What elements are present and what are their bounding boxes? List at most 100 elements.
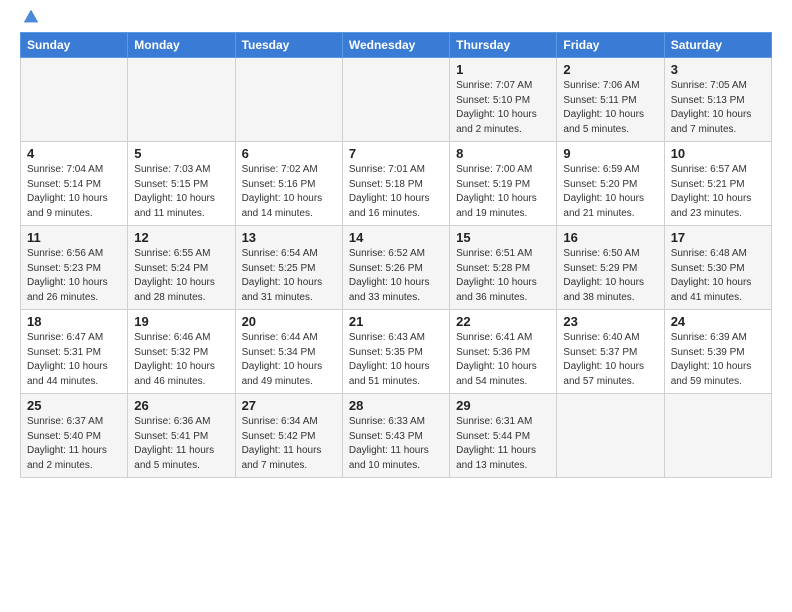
day-number: 29: [456, 398, 550, 413]
day-content: Sunrise: 6:39 AM Sunset: 5:39 PM Dayligh…: [671, 331, 765, 389]
calendar-cell: 17 Sunrise: 6:48 AM Sunset: 5:30 PM Dayli…: [664, 226, 771, 310]
calendar-cell: [235, 58, 342, 142]
calendar-cell: 4 Sunrise: 7:04 AM Sunset: 5:14 PM Daylig…: [21, 142, 128, 226]
logo: [20, 16, 40, 22]
calendar-cell: 22 Sunrise: 6:41 AM Sunset: 5:36 PM Dayli…: [450, 310, 557, 394]
day-content: Sunrise: 6:44 AM Sunset: 5:34 PM Dayligh…: [242, 331, 336, 389]
calendar-cell: [557, 394, 664, 478]
calendar-header-row: SundayMondayTuesdayWednesdayThursdayFrid…: [21, 33, 772, 58]
calendar-cell: 11 Sunrise: 6:56 AM Sunset: 5:23 PM Dayli…: [21, 226, 128, 310]
day-number: 4: [27, 146, 121, 161]
calendar-cell: 19 Sunrise: 6:46 AM Sunset: 5:32 PM Dayli…: [128, 310, 235, 394]
day-number: 18: [27, 314, 121, 329]
day-content: Sunrise: 7:04 AM Sunset: 5:14 PM Dayligh…: [27, 163, 121, 221]
day-number: 14: [349, 230, 443, 245]
day-content: Sunrise: 6:37 AM Sunset: 5:40 PM Dayligh…: [27, 415, 121, 473]
day-header-friday: Friday: [557, 33, 664, 58]
day-number: 22: [456, 314, 550, 329]
day-number: 19: [134, 314, 228, 329]
day-content: Sunrise: 6:55 AM Sunset: 5:24 PM Dayligh…: [134, 247, 228, 305]
calendar-week-row: 11 Sunrise: 6:56 AM Sunset: 5:23 PM Dayli…: [21, 226, 772, 310]
day-content: Sunrise: 6:48 AM Sunset: 5:30 PM Dayligh…: [671, 247, 765, 305]
day-content: Sunrise: 6:54 AM Sunset: 5:25 PM Dayligh…: [242, 247, 336, 305]
day-content: Sunrise: 7:01 AM Sunset: 5:18 PM Dayligh…: [349, 163, 443, 221]
page: SundayMondayTuesdayWednesdayThursdayFrid…: [0, 0, 792, 488]
calendar-cell: 10 Sunrise: 6:57 AM Sunset: 5:21 PM Dayli…: [664, 142, 771, 226]
day-content: Sunrise: 6:50 AM Sunset: 5:29 PM Dayligh…: [563, 247, 657, 305]
day-number: 17: [671, 230, 765, 245]
calendar-cell: 29 Sunrise: 6:31 AM Sunset: 5:44 PM Dayli…: [450, 394, 557, 478]
calendar-cell: 26 Sunrise: 6:36 AM Sunset: 5:41 PM Dayli…: [128, 394, 235, 478]
day-content: Sunrise: 6:52 AM Sunset: 5:26 PM Dayligh…: [349, 247, 443, 305]
day-number: 20: [242, 314, 336, 329]
day-header-monday: Monday: [128, 33, 235, 58]
calendar-cell: 5Sunrise: 7:03 AM Sunset: 5:15 PM Daylig…: [128, 142, 235, 226]
day-number: 11: [27, 230, 121, 245]
day-number: 23: [563, 314, 657, 329]
calendar-cell: [128, 58, 235, 142]
day-content: Sunrise: 6:33 AM Sunset: 5:43 PM Dayligh…: [349, 415, 443, 473]
calendar-cell: 21 Sunrise: 6:43 AM Sunset: 5:35 PM Dayli…: [342, 310, 449, 394]
day-header-tuesday: Tuesday: [235, 33, 342, 58]
day-content: Sunrise: 6:31 AM Sunset: 5:44 PM Dayligh…: [456, 415, 550, 473]
day-number: 24: [671, 314, 765, 329]
calendar-cell: 23 Sunrise: 6:40 AM Sunset: 5:37 PM Dayli…: [557, 310, 664, 394]
day-header-wednesday: Wednesday: [342, 33, 449, 58]
calendar-cell: 24 Sunrise: 6:39 AM Sunset: 5:39 PM Dayli…: [664, 310, 771, 394]
calendar-week-row: 1 Sunrise: 7:07 AM Sunset: 5:10 PM Daylig…: [21, 58, 772, 142]
day-content: Sunrise: 6:43 AM Sunset: 5:35 PM Dayligh…: [349, 331, 443, 389]
calendar-week-row: 18 Sunrise: 6:47 AM Sunset: 5:31 PM Dayli…: [21, 310, 772, 394]
day-header-sunday: Sunday: [21, 33, 128, 58]
day-content: Sunrise: 7:05 AM Sunset: 5:13 PM Dayligh…: [671, 79, 765, 137]
day-content: Sunrise: 7:06 AM Sunset: 5:11 PM Dayligh…: [563, 79, 657, 137]
day-number: 6: [242, 146, 336, 161]
day-number: 8: [456, 146, 550, 161]
day-number: 2: [563, 62, 657, 77]
day-number: 26: [134, 398, 228, 413]
calendar-cell: [21, 58, 128, 142]
calendar-cell: 27 Sunrise: 6:34 AM Sunset: 5:42 PM Dayli…: [235, 394, 342, 478]
day-number: 10: [671, 146, 765, 161]
day-content: Sunrise: 6:57 AM Sunset: 5:21 PM Dayligh…: [671, 163, 765, 221]
day-number: 1: [456, 62, 550, 77]
day-content: Sunrise: 6:47 AM Sunset: 5:31 PM Dayligh…: [27, 331, 121, 389]
calendar-cell: 6 Sunrise: 7:02 AM Sunset: 5:16 PM Daylig…: [235, 142, 342, 226]
day-number: 9: [563, 146, 657, 161]
calendar-cell: 7Sunrise: 7:01 AM Sunset: 5:18 PM Daylig…: [342, 142, 449, 226]
day-number: 27: [242, 398, 336, 413]
calendar-cell: [342, 58, 449, 142]
calendar-cell: 12 Sunrise: 6:55 AM Sunset: 5:24 PM Dayli…: [128, 226, 235, 310]
day-content: Sunrise: 7:07 AM Sunset: 5:10 PM Dayligh…: [456, 79, 550, 137]
day-content: Sunrise: 6:46 AM Sunset: 5:32 PM Dayligh…: [134, 331, 228, 389]
calendar-week-row: 4 Sunrise: 7:04 AM Sunset: 5:14 PM Daylig…: [21, 142, 772, 226]
calendar-cell: 9 Sunrise: 6:59 AM Sunset: 5:20 PM Daylig…: [557, 142, 664, 226]
day-number: 12: [134, 230, 228, 245]
calendar-table: SundayMondayTuesdayWednesdayThursdayFrid…: [20, 32, 772, 478]
calendar-cell: 2 Sunrise: 7:06 AM Sunset: 5:11 PM Daylig…: [557, 58, 664, 142]
calendar-cell: [664, 394, 771, 478]
day-number: 16: [563, 230, 657, 245]
calendar-cell: 1 Sunrise: 7:07 AM Sunset: 5:10 PM Daylig…: [450, 58, 557, 142]
day-content: Sunrise: 6:34 AM Sunset: 5:42 PM Dayligh…: [242, 415, 336, 473]
day-content: Sunrise: 6:41 AM Sunset: 5:36 PM Dayligh…: [456, 331, 550, 389]
calendar-cell: 25Sunrise: 6:37 AM Sunset: 5:40 PM Dayli…: [21, 394, 128, 478]
day-content: Sunrise: 7:00 AM Sunset: 5:19 PM Dayligh…: [456, 163, 550, 221]
day-content: Sunrise: 6:40 AM Sunset: 5:37 PM Dayligh…: [563, 331, 657, 389]
header: [20, 16, 772, 22]
day-content: Sunrise: 6:56 AM Sunset: 5:23 PM Dayligh…: [27, 247, 121, 305]
calendar-cell: 13 Sunrise: 6:54 AM Sunset: 5:25 PM Dayli…: [235, 226, 342, 310]
calendar-cell: 8 Sunrise: 7:00 AM Sunset: 5:19 PM Daylig…: [450, 142, 557, 226]
day-number: 13: [242, 230, 336, 245]
day-content: Sunrise: 6:51 AM Sunset: 5:28 PM Dayligh…: [456, 247, 550, 305]
day-header-saturday: Saturday: [664, 33, 771, 58]
calendar-cell: 20 Sunrise: 6:44 AM Sunset: 5:34 PM Dayli…: [235, 310, 342, 394]
day-number: 21: [349, 314, 443, 329]
day-content: Sunrise: 7:02 AM Sunset: 5:16 PM Dayligh…: [242, 163, 336, 221]
day-content: Sunrise: 7:03 AM Sunset: 5:15 PM Dayligh…: [134, 163, 228, 221]
calendar-cell: 28 Sunrise: 6:33 AM Sunset: 5:43 PM Dayli…: [342, 394, 449, 478]
day-content: Sunrise: 6:36 AM Sunset: 5:41 PM Dayligh…: [134, 415, 228, 473]
day-header-thursday: Thursday: [450, 33, 557, 58]
calendar-cell: 3Sunrise: 7:05 AM Sunset: 5:13 PM Daylig…: [664, 58, 771, 142]
day-number: 28: [349, 398, 443, 413]
day-content: Sunrise: 6:59 AM Sunset: 5:20 PM Dayligh…: [563, 163, 657, 221]
